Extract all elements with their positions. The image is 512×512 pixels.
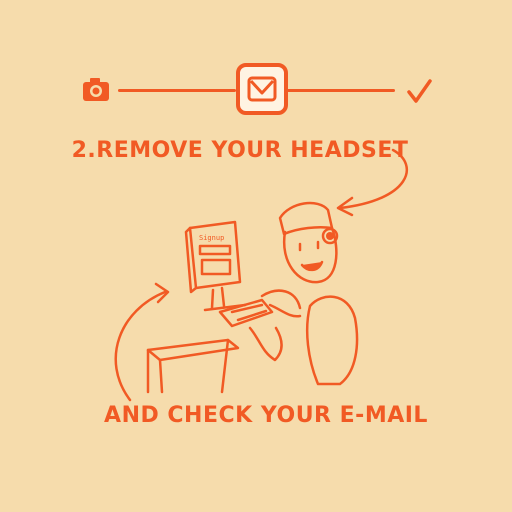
tutorial-screen: 2.REMOVE YOUR HEADSET Signup AND CHECK Y… bbox=[0, 0, 512, 512]
person-at-computer-illustration: Signup bbox=[114, 148, 409, 402]
step-subtitle: AND CHECK YOUR E-MAIL bbox=[104, 403, 428, 428]
signup-screen-text: Signup bbox=[199, 234, 224, 242]
arrow-to-computer bbox=[114, 290, 167, 402]
